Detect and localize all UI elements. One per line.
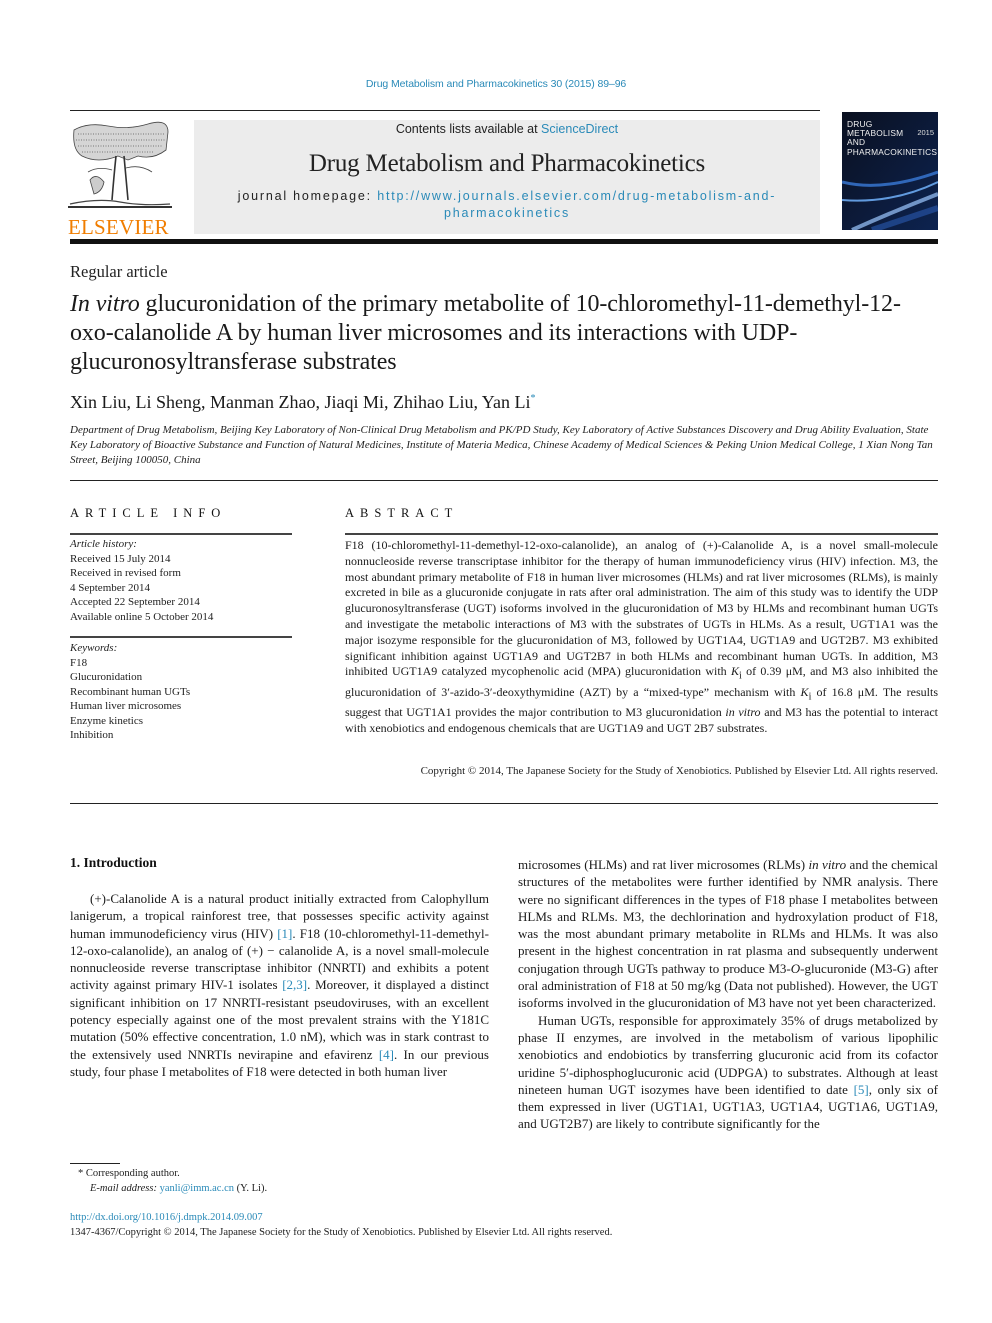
masthead-rule <box>70 239 938 244</box>
article-info-rule <box>70 533 292 535</box>
ki-symbol: K <box>730 664 739 679</box>
journal-title: Drug Metabolism and Pharmacokinetics <box>308 150 706 177</box>
elsevier-wordmark: ELSEVIER <box>68 215 169 239</box>
journal-cover-image[interactable]: DRUG METABOLISM AND PHARMACOKINETICS 201… <box>842 112 938 230</box>
keywords: Keywords: F18 Glucuronidation Recombinan… <box>70 641 292 743</box>
elsevier-logo[interactable]: ELSEVIER <box>68 120 172 238</box>
journal-masthead: Contents lists available at ScienceDirec… <box>194 120 820 234</box>
email-suffix: (Y. Li). <box>234 1183 268 1194</box>
contents-line: Contents lists available at ScienceDirec… <box>194 122 820 136</box>
paragraph: Human UGTs, responsible for approximatel… <box>518 1012 938 1133</box>
reference-link[interactable]: [4] <box>379 1047 394 1062</box>
cover-title: DRUG METABOLISM AND PHARMACOKINETICS <box>847 119 938 157</box>
body-column-right: microsomes (HLMs) and rat liver microsom… <box>518 856 938 1133</box>
history-item: Received 15 July 2014 <box>70 552 171 565</box>
article-info-heading: ARTICLE INFO <box>70 506 227 520</box>
contents-prefix: Contents lists available at <box>395 122 542 136</box>
body-text: microsomes (HLMs) and rat liver microsom… <box>518 857 809 872</box>
history-item: Available online 5 October 2014 <box>70 610 214 623</box>
history-item: Received in revised form <box>70 567 181 579</box>
email-label: E-mail address: <box>90 1183 160 1194</box>
history-item: Accepted 22 September 2014 <box>70 596 200 608</box>
affiliation: Department of Drug Metabolism, Beijing K… <box>70 424 933 466</box>
doi-link[interactable]: http://dx.doi.org/10.1016/j.dmpk.2014.09… <box>70 1212 263 1223</box>
running-head[interactable]: Drug Metabolism and Pharmacokinetics 30 … <box>0 78 992 90</box>
email-note: E-mail address: yanli@imm.ac.cn (Y. Li). <box>70 1181 267 1196</box>
journal-homepage: journal homepage: http://www.journals.el… <box>194 188 820 222</box>
corresponding-author-link[interactable]: * <box>530 393 535 404</box>
in-vitro-italic: in vitro <box>808 857 847 872</box>
paragraph: microsomes (HLMs) and rat liver microsom… <box>518 856 938 1012</box>
abstract-copyright: Copyright © 2014, The Japanese Society f… <box>420 765 938 777</box>
article-type: Regular article <box>70 262 168 281</box>
author-list: Xin Liu, Li Sheng, Manman Zhao, Jiaqi Mi… <box>70 392 535 413</box>
cover-title-line: PHARMACOKINETICS <box>847 146 938 157</box>
body-column-left: (+)-Calanolide A is a natural product in… <box>70 890 489 1080</box>
footnote: * Corresponding author. E-mail address: … <box>70 1166 267 1196</box>
keyword-item: Inhibition <box>70 729 114 741</box>
issn-copyright: 1347-4367/Copyright © 2014, The Japanese… <box>70 1227 613 1238</box>
keyword-item: Human liver microsomes <box>70 700 182 712</box>
keyword-item: F18 <box>70 656 88 669</box>
keywords-rule <box>70 636 292 638</box>
elsevier-tree-icon <box>68 120 172 212</box>
keyword-item: Recombinant human UGTs <box>70 685 191 698</box>
abstract-bottom-rule <box>70 803 938 804</box>
article-history: Article history: Received 15 July 2014 R… <box>70 537 292 624</box>
article-title: In vitro glucuronidation of the primary … <box>70 290 940 377</box>
keywords-label: Keywords: <box>70 642 118 654</box>
email-link[interactable]: yanli@imm.ac.cn <box>160 1183 234 1194</box>
corresponding-note: * Corresponding author. <box>78 1168 180 1179</box>
paragraph: (+)-Calanolide A is a natural product in… <box>70 890 489 1080</box>
history-label: Article history: <box>70 538 137 550</box>
abstract-rule <box>345 533 938 535</box>
abstract-heading: ABSTRACT <box>345 506 459 520</box>
homepage-label: journal homepage: <box>237 189 378 203</box>
keyword-item: Glucuronidation <box>70 671 143 683</box>
header-rule <box>70 110 820 111</box>
reference-link[interactable]: [1] <box>277 926 292 941</box>
abstract-text: F18 (10-chloromethyl-11-demethyl-12-oxo-… <box>345 538 938 679</box>
title-italic: In vitro <box>70 291 140 317</box>
reference-link[interactable]: [5] <box>854 1082 869 1097</box>
homepage-link-line2[interactable]: pharmacokinetics <box>444 206 570 220</box>
abstract-body: F18 (10-chloromethyl-11-demethyl-12-oxo-… <box>345 538 938 736</box>
in-vitro-italic: in vitro <box>725 704 761 719</box>
homepage-link-line1[interactable]: http://www.journals.elsevier.com/drug-me… <box>377 189 776 203</box>
body-text: and the chemical structures of the metab… <box>518 857 938 976</box>
footnote-rule <box>70 1163 120 1164</box>
history-item: 4 September 2014 <box>70 581 151 594</box>
title-rest: glucuronidation of the primary metabolit… <box>70 291 901 375</box>
cover-year: 2015 <box>917 128 934 137</box>
o-italic: O <box>790 960 801 976</box>
keyword-item: Enzyme kinetics <box>70 714 144 727</box>
sciencedirect-link[interactable]: ScienceDirect <box>541 122 618 136</box>
reference-link[interactable]: [2,3] <box>282 977 307 992</box>
ki-symbol: K <box>800 684 809 699</box>
authors: Xin Liu, Li Sheng, Manman Zhao, Jiaqi Mi… <box>70 392 531 412</box>
introduction-heading: 1. Introduction <box>70 855 157 870</box>
affiliation-rule <box>70 480 938 481</box>
